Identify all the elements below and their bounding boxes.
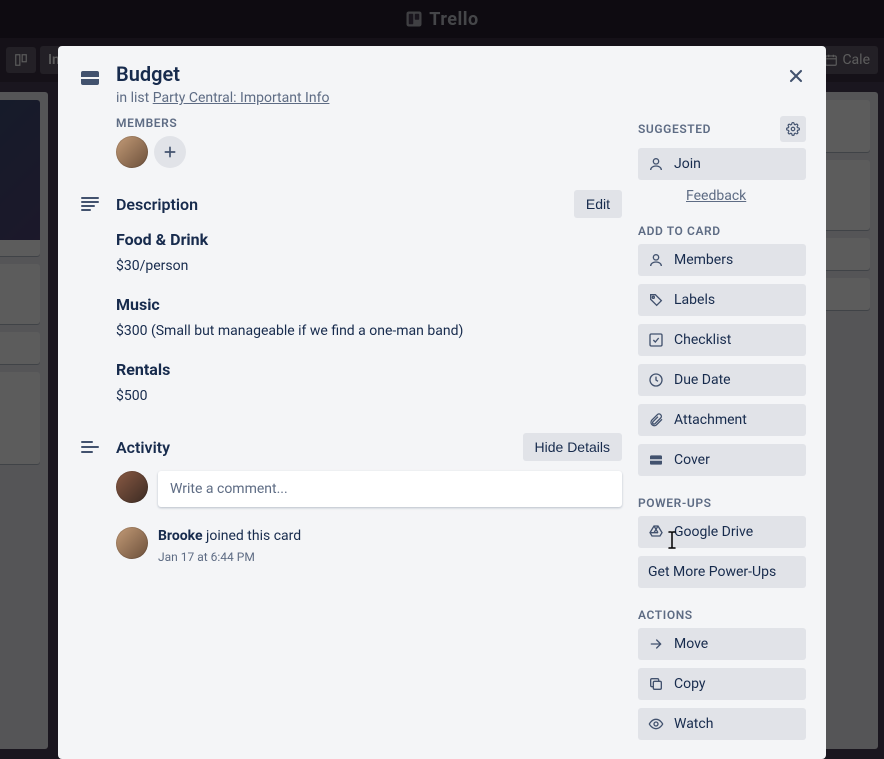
copy-button[interactable]: Copy bbox=[638, 668, 806, 700]
activity-item: Brooke joined this card Jan 17 at 6:44 P… bbox=[116, 527, 622, 565]
activity-icon bbox=[78, 435, 102, 459]
copy-icon bbox=[648, 676, 664, 692]
description-header: Description Edit bbox=[78, 190, 622, 218]
sidebar-labels-button[interactable]: Labels bbox=[638, 284, 806, 316]
feedback-link[interactable]: Feedback bbox=[686, 188, 806, 204]
cover-icon bbox=[648, 452, 664, 468]
sidebar-checklist-button[interactable]: Checklist bbox=[638, 324, 806, 356]
clock-icon bbox=[648, 372, 664, 388]
close-icon bbox=[786, 66, 806, 86]
eye-icon bbox=[648, 716, 664, 732]
card-location: in list Party Central: Important Info bbox=[116, 90, 329, 106]
add-member-button[interactable] bbox=[154, 136, 186, 168]
activity-text: joined this card bbox=[203, 528, 302, 544]
checklist-icon bbox=[648, 332, 664, 348]
sidebar-cover-button[interactable]: Cover bbox=[638, 444, 806, 476]
member-avatar[interactable] bbox=[116, 136, 148, 168]
list-link[interactable]: Party Central: Important Info bbox=[153, 90, 330, 106]
desc-heading: Rentals bbox=[116, 358, 622, 382]
edit-description-button[interactable]: Edit bbox=[574, 190, 622, 218]
comment-input[interactable]: Write a comment... bbox=[158, 471, 622, 507]
card-modal: Budget in list Party Central: Important … bbox=[58, 46, 826, 759]
desc-text: $300 (Small but manageable if we find a … bbox=[116, 321, 622, 342]
desc-heading: Food & Drink bbox=[116, 228, 622, 252]
desc-heading: Music bbox=[116, 293, 622, 317]
comment-composer: Write a comment... bbox=[116, 471, 622, 507]
get-more-powerups-button[interactable]: Get More Power-Ups bbox=[638, 556, 806, 588]
person-icon bbox=[648, 156, 664, 172]
sidebar-attachment-button[interactable]: Attachment bbox=[638, 404, 806, 436]
attachment-icon bbox=[648, 412, 664, 428]
modal-overlay[interactable]: Budget in list Party Central: Important … bbox=[0, 0, 884, 759]
gear-icon bbox=[786, 122, 800, 136]
current-user-avatar bbox=[116, 471, 148, 503]
activity-actor[interactable]: Brooke bbox=[158, 528, 203, 544]
main-column: Members Description Edit Food & D bbox=[78, 116, 622, 759]
activity-header: Activity Hide Details bbox=[78, 433, 622, 461]
join-button[interactable]: Join bbox=[638, 148, 806, 180]
desc-text: $500 bbox=[116, 386, 622, 407]
description-title: Description bbox=[116, 195, 560, 214]
google-drive-icon bbox=[648, 524, 664, 540]
sidebar-due-date-button[interactable]: Due Date bbox=[638, 364, 806, 396]
hide-details-button[interactable]: Hide Details bbox=[523, 433, 622, 461]
sidebar: Suggested Join Feedback Add to card bbox=[638, 116, 806, 759]
sidebar-members-button[interactable]: Members bbox=[638, 244, 806, 276]
members-label: Members bbox=[116, 116, 622, 130]
card-icon bbox=[78, 66, 102, 90]
label-icon bbox=[648, 292, 664, 308]
activity-timestamp[interactable]: Jan 17 at 6:44 PM bbox=[158, 549, 301, 566]
card-title[interactable]: Budget bbox=[116, 62, 329, 86]
powerups-label: Power-Ups bbox=[638, 496, 806, 510]
person-icon bbox=[648, 252, 664, 268]
members-row bbox=[116, 136, 622, 168]
desc-text: $30/person bbox=[116, 256, 622, 277]
add-to-card-label: Add to card bbox=[638, 224, 806, 238]
actions-label: Actions bbox=[638, 608, 806, 622]
plus-icon bbox=[162, 144, 178, 160]
suggested-settings-button[interactable] bbox=[780, 116, 806, 142]
watch-button[interactable]: Watch bbox=[638, 708, 806, 740]
description-body[interactable]: Food & Drink $30/person Music $300 (Smal… bbox=[116, 228, 622, 407]
close-button[interactable] bbox=[780, 60, 812, 92]
activity-title: Activity bbox=[116, 438, 509, 457]
google-drive-button[interactable]: Google Drive bbox=[638, 516, 806, 548]
arrow-right-icon bbox=[648, 636, 664, 652]
activity-avatar bbox=[116, 527, 148, 559]
modal-header: Budget in list Party Central: Important … bbox=[78, 62, 806, 106]
move-button[interactable]: Move bbox=[638, 628, 806, 660]
suggested-label: Suggested bbox=[638, 122, 711, 136]
description-icon bbox=[78, 192, 102, 216]
